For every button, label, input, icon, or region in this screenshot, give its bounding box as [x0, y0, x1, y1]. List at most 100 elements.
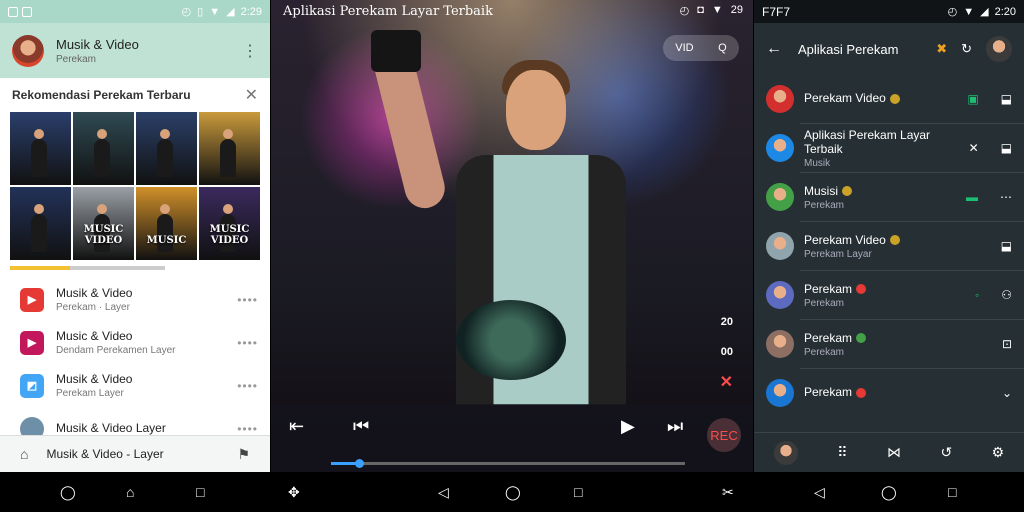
wifi-icon: ▼ [209, 5, 221, 18]
more-icon[interactable]: •••• [237, 336, 258, 350]
recent-icon[interactable]: ◯ [60, 484, 76, 501]
thumbnail-tile[interactable]: MUSIC VIDEO [73, 187, 134, 260]
more-icon[interactable]: •••• [237, 293, 258, 307]
overlay-pill[interactable]: VID Q [663, 35, 739, 61]
avatar [766, 232, 794, 260]
alarm-icon: ◴ [947, 6, 958, 18]
contact-subtitle: Perekam Layar [804, 248, 872, 260]
thumbnail-tile[interactable]: MUSIC [136, 187, 197, 260]
app-list: ▶ Musik & Video Perekam · Layer •••• ▶ M… [0, 278, 270, 450]
action-icon[interactable]: ⚇ [1001, 288, 1012, 302]
contact-row[interactable]: Perekam Video Perekam Layar ⬓ [754, 222, 1024, 270]
next-icon[interactable]: ⏭ [667, 416, 683, 437]
avatar[interactable] [773, 440, 798, 465]
list-icon[interactable]: ⠿ [837, 444, 847, 461]
back-arrow-icon[interactable]: ← [766, 40, 782, 58]
signal-icon: ◢ [980, 6, 989, 18]
contact-row[interactable]: Musisi Perekam ▬ ⋯ [754, 173, 1024, 221]
list-item[interactable]: ▶ Musik & Video Perekam · Layer •••• [0, 278, 270, 321]
status-icons: ◴ ▼ ◢ 2:20 [947, 5, 1016, 19]
contact-row[interactable]: Perekam Perekam ⊡ [754, 320, 1024, 368]
play-icon[interactable]: ▶ [621, 416, 635, 437]
seek-handle[interactable] [355, 459, 364, 468]
action-icon[interactable]: ⋯ [1000, 190, 1012, 204]
avatar [766, 134, 794, 162]
action-icon[interactable]: ▣ [967, 92, 978, 106]
previous-icon[interactable]: ⏮ [353, 416, 369, 437]
list-item-subtitle: Dendam Perekamen Layer [56, 345, 176, 356]
list-item[interactable]: ◩ Musik & Video Perekam Layer •••• [0, 364, 270, 407]
more-options-icon[interactable]: ⋮ [242, 41, 258, 61]
guitar-image [456, 300, 566, 380]
list-item-subtitle: Perekam Layer [56, 388, 124, 399]
contact-name: Perekam [804, 385, 853, 399]
play-tile-icon: ▶ [20, 287, 44, 312]
square-icon[interactable]: □ [196, 484, 204, 500]
action-icon[interactable]: ⊡ [1002, 337, 1012, 351]
contact-row[interactable]: Aplikasi Perekam Layar Terbaik Musik ✕ ⬓ [754, 124, 1024, 172]
contact-row[interactable]: Perekam Perekam ◦ ⚇ [754, 271, 1024, 319]
action-icon[interactable]: ⌄ [1002, 386, 1012, 400]
thumbnail-tile[interactable]: MUSIC VIDEO [199, 187, 260, 260]
list-item-title: Musik & Video [56, 372, 133, 386]
close-icon[interactable]: ✕ [720, 372, 733, 392]
action-icon[interactable]: ✕ [969, 141, 979, 155]
app-header: Musik & Video Perekam ⋮ [0, 23, 270, 78]
thumbnail-tile[interactable] [199, 112, 260, 185]
notification-icon [8, 6, 18, 17]
action-icon[interactable]: ⬓ [1001, 92, 1012, 106]
tile-caption: MUSIC [146, 235, 187, 246]
merge-icon[interactable]: ⋈ [887, 444, 901, 461]
play-triangle-icon: ▶ [20, 330, 44, 355]
page-title: Aplikasi Perekam [798, 41, 899, 57]
back-icon[interactable]: ◁ [438, 484, 449, 501]
search-icon[interactable]: Q [718, 42, 727, 54]
more-icon[interactable]: •••• [237, 422, 258, 436]
action-icon[interactable]: ◦ [975, 288, 979, 302]
contact-row[interactable]: Perekam Video ▣ ⬓ [754, 75, 1024, 123]
home-icon[interactable]: ◯ [881, 484, 897, 501]
avatar[interactable] [986, 36, 1012, 62]
seek-bar[interactable] [331, 459, 685, 468]
list-item[interactable]: ▶ Music & Video Dendam Perekamen Layer •… [0, 321, 270, 364]
action-icon[interactable]: ⬓ [1001, 239, 1012, 253]
lock-icon: ◘ [697, 4, 704, 16]
thumbnail-tile[interactable] [73, 112, 134, 185]
verified-badge-icon [856, 284, 867, 295]
recents-icon[interactable]: □ [948, 484, 956, 500]
thumbnail-tile[interactable] [10, 187, 71, 260]
contact-row[interactable]: Perekam ⌄ [754, 369, 1024, 417]
home-icon[interactable]: ⌂ [126, 484, 134, 500]
contact-name: Perekam [804, 330, 853, 345]
flag-icon[interactable]: ⚑ [237, 446, 250, 463]
status-time: 2:20 [994, 5, 1016, 18]
video-mode-button[interactable]: VID [675, 42, 693, 54]
thumbnail-tile[interactable] [10, 112, 71, 185]
recommendation-card: Rekomendasi Perekam Terbaru ✕ MUSIC VIDE… [0, 78, 270, 278]
more-icon[interactable]: •••• [237, 379, 258, 393]
settings-icon[interactable]: ⚙ [992, 444, 1005, 461]
folder-icon[interactable]: ⌂ [20, 446, 28, 462]
right-app-panel: F7F7 ◴ ▼ ◢ 2:20 ← Aplikasi Perekam ✖ ↻ P… [754, 0, 1024, 472]
skip-start-icon[interactable]: ⇤ [289, 416, 304, 437]
refresh-icon[interactable]: ↺ [940, 444, 952, 461]
thumbnail-tile[interactable] [136, 112, 197, 185]
list-item-subtitle: Perekam · Layer [56, 302, 130, 313]
back-icon[interactable]: ◁ [814, 484, 825, 501]
action-icon[interactable]: ▬ [966, 190, 978, 204]
status-icons: ◴ ◘ ▼ 29 [680, 4, 743, 17]
record-button[interactable]: REC [707, 418, 741, 452]
tool-icon[interactable]: ✂ [722, 484, 734, 501]
battery-level: 29 [730, 4, 743, 16]
close-icon[interactable]: ✕ [245, 85, 258, 105]
avatar[interactable] [12, 34, 44, 67]
action-icon[interactable]: ⬓ [1001, 141, 1012, 155]
verified-badge-icon [856, 387, 867, 398]
recents-icon[interactable]: □ [574, 484, 582, 500]
star-icon[interactable]: ✖ [936, 41, 947, 57]
home-icon[interactable]: ◯ [505, 484, 521, 501]
camera-icon [371, 30, 421, 72]
gesture-icon[interactable]: ✥ [288, 484, 300, 501]
bottom-bar: ⌂ Musik & Video - Layer ⚑ [0, 435, 270, 472]
notification-icon[interactable]: ↻ [961, 41, 972, 57]
